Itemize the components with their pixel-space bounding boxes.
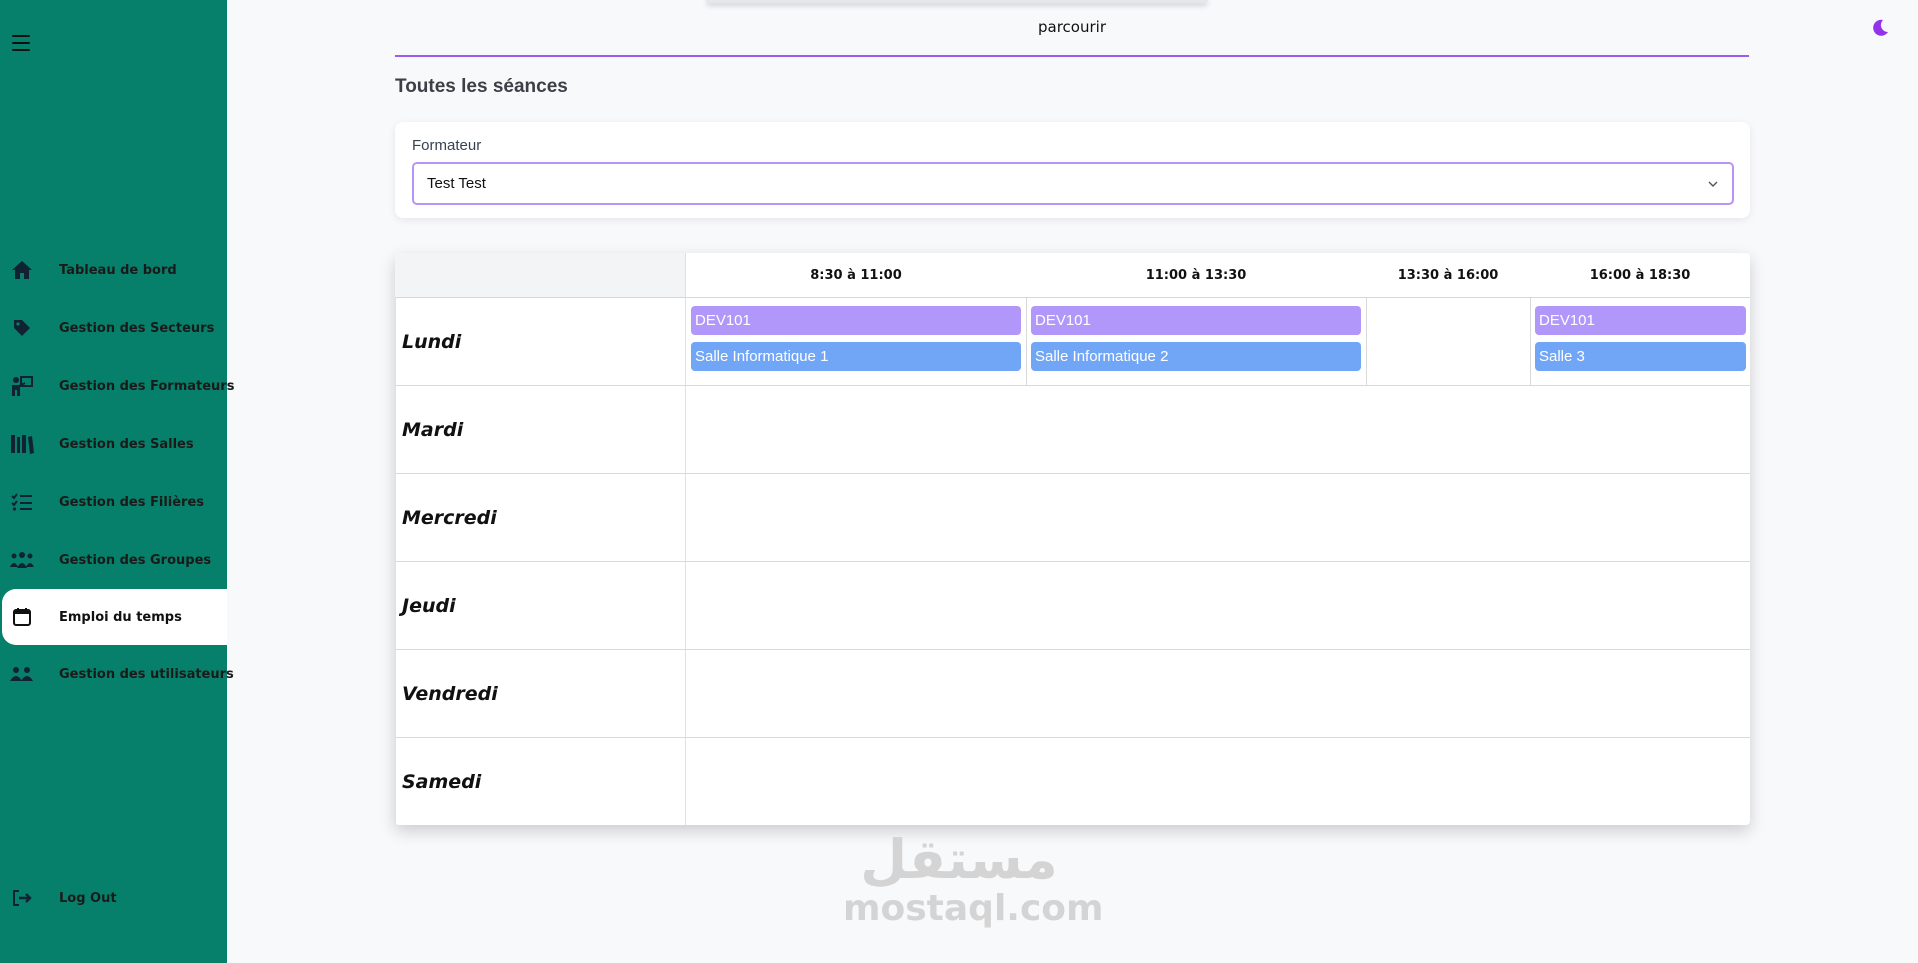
sidebar-item-rooms[interactable]: Gestion des Salles: [0, 418, 227, 470]
sidebar-item-dashboard[interactable]: Tableau de bord: [0, 244, 227, 296]
sidebar-item-programs[interactable]: Gestion des Filières: [0, 476, 227, 528]
trainer-filter-label: Formateur: [412, 137, 482, 154]
calendar-icon: [10, 605, 34, 629]
day-label: Mardi: [395, 386, 686, 474]
list-check-icon: [10, 490, 34, 514]
day-label: Mercredi: [395, 474, 686, 562]
day-row-lundi: Lundi DEV101 Salle Informatique 1 DEV101…: [395, 298, 1750, 386]
sidebar-item-label: Emploi du temps: [59, 609, 182, 625]
library-icon: [10, 432, 34, 456]
session-room-chip[interactable]: Salle 3: [1535, 342, 1746, 371]
sidebar-item-groups[interactable]: Gestion des Groupes: [0, 534, 227, 586]
day-row-vendredi: Vendredi: [395, 650, 1750, 738]
filter-card: Formateur Test Test: [395, 122, 1750, 218]
day-label: Samedi: [395, 738, 686, 825]
people-group-icon: [10, 548, 34, 572]
day-row-jeudi: Jeudi: [395, 562, 1750, 650]
teacher-icon: [10, 374, 34, 398]
sidebar-item-label: Gestion des Groupes: [59, 552, 212, 568]
dark-mode-toggle-icon[interactable]: [1870, 18, 1890, 38]
session-room-chip[interactable]: Salle Informatique 2: [1031, 342, 1361, 371]
session-module-chip[interactable]: DEV101: [1535, 306, 1746, 335]
day-row-samedi: Samedi: [395, 738, 1750, 825]
sidebar-item-sectors[interactable]: Gestion des Secteurs: [0, 302, 227, 354]
logout-label: Log Out: [59, 890, 117, 906]
sidebar: Tableau de bord Gestion des Secteurs Ges…: [0, 0, 234, 963]
slot-header: 13:30 à 16:00: [1366, 253, 1530, 298]
home-icon: [10, 258, 34, 282]
header-divider: [395, 55, 1749, 57]
sidebar-item-label: Gestion des Secteurs: [59, 320, 215, 336]
slot-header: 8:30 à 11:00: [686, 253, 1026, 298]
sidebar-item-label: Tableau de bord: [59, 262, 177, 278]
users-icon: [10, 662, 34, 686]
tag-icon: [10, 316, 34, 340]
day-label: Lundi: [395, 298, 686, 386]
sidebar-item-label: Gestion des Filières: [59, 494, 205, 510]
sidebar-item-label: Gestion des utilisateurs: [59, 666, 234, 682]
trainer-select[interactable]: Test Test: [412, 162, 1734, 205]
day-label: Jeudi: [395, 562, 686, 650]
day-row-mercredi: Mercredi: [395, 474, 1750, 562]
chevron-down-icon: [1706, 177, 1720, 191]
browse-link[interactable]: parcourir: [395, 18, 1749, 36]
slot-header: 16:00 à 18:30: [1530, 253, 1750, 298]
sidebar-item-timetable[interactable]: Emploi du temps: [2, 589, 227, 645]
slot-header: 11:00 à 13:30: [1026, 253, 1366, 298]
sidebar-item-trainers[interactable]: Gestion des Formateurs: [0, 360, 234, 412]
session-room-chip[interactable]: Salle Informatique 1: [691, 342, 1021, 371]
session-module-chip[interactable]: DEV101: [691, 306, 1021, 335]
day-row-mardi: Mardi: [395, 386, 1750, 474]
timetable-corner: [395, 253, 686, 298]
logout-icon: [10, 886, 34, 910]
day-label: Vendredi: [395, 650, 686, 738]
sidebar-item-users[interactable]: Gestion des utilisateurs: [0, 648, 234, 700]
logout-button[interactable]: Log Out: [0, 872, 227, 924]
menu-icon[interactable]: [12, 35, 30, 51]
sidebar-item-label: Gestion des Formateurs: [59, 378, 235, 394]
watermark-arabic: مستقل: [860, 828, 1058, 891]
page-title: Toutes les séances: [395, 76, 568, 97]
watermark-latin: mostaql.com: [843, 888, 1104, 929]
watermark: مستقل mostaql.com: [843, 828, 1104, 929]
top-dropdown-edge: [706, 0, 1208, 3]
session-module-chip[interactable]: DEV101: [1031, 306, 1361, 335]
sidebar-item-label: Gestion des Salles: [59, 436, 194, 452]
trainer-select-value: Test Test: [427, 175, 486, 192]
timetable: 8:30 à 11:00 11:00 à 13:30 13:30 à 16:00…: [395, 253, 1750, 825]
